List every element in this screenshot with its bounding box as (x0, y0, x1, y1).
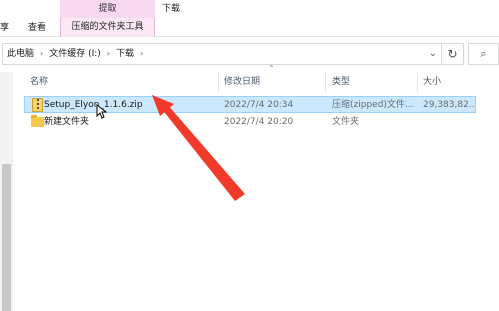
annotation-arrow (152, 95, 245, 201)
